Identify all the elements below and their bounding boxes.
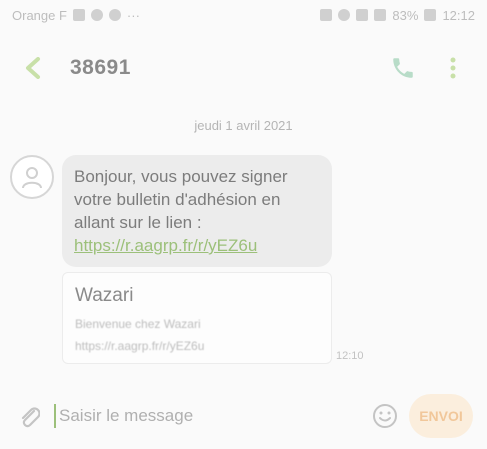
contact-name: 38691 bbox=[70, 56, 131, 79]
preview-title: Wazari bbox=[75, 285, 134, 306]
message-text: Bonjour, vous pouvez signer votre bullet… bbox=[74, 167, 288, 232]
more-options-icon[interactable] bbox=[437, 52, 469, 84]
alarm-icon bbox=[338, 9, 351, 21]
emoji-icon[interactable] bbox=[369, 400, 401, 432]
app-notification-icon bbox=[90, 9, 103, 21]
status-left: Orange F ··· bbox=[12, 8, 140, 23]
app-bar: 38691 bbox=[0, 40, 487, 96]
message-link[interactable]: https://r.aagrp.fr/r/yEZ6u bbox=[74, 234, 320, 257]
preview-url: https://r.aagrp.fr/r/yEZ6u bbox=[75, 339, 205, 353]
app-notification-icon-2 bbox=[108, 9, 121, 21]
back-arrow-icon[interactable] bbox=[18, 53, 48, 83]
contact-avatar[interactable] bbox=[10, 155, 54, 199]
message-notification-icon bbox=[72, 9, 85, 21]
mute-icon bbox=[320, 9, 333, 21]
messages-screen: Orange F ··· 83% 12:12 38691 jeudi 1 avr… bbox=[0, 0, 487, 449]
preview-subtitle: Bienvenue chez Wazari bbox=[75, 317, 201, 331]
carrier-label: Orange F bbox=[12, 7, 67, 23]
paperclip-icon[interactable] bbox=[14, 401, 44, 431]
message-timestamp: 12:10 bbox=[336, 350, 364, 362]
signal-icon bbox=[374, 9, 387, 21]
date-divider: jeudi 1 avril 2021 bbox=[194, 118, 293, 133]
status-bar: Orange F ··· 83% 12:12 bbox=[0, 0, 487, 30]
message-input[interactable] bbox=[54, 404, 369, 428]
message-bubble[interactable]: Bonjour, vous pouvez signer votre bullet… bbox=[62, 155, 332, 267]
phone-icon[interactable] bbox=[387, 52, 419, 84]
link-preview-card[interactable]: Wazari Bienvenue chez Wazari https://r.a… bbox=[62, 272, 332, 364]
clock-label: 12:12 bbox=[442, 7, 475, 23]
compose-bar: ENVOI bbox=[0, 388, 487, 444]
battery-icon bbox=[424, 9, 437, 21]
person-icon bbox=[22, 167, 42, 189]
send-button[interactable]: ENVOI bbox=[409, 394, 473, 438]
battery-label: 83% bbox=[392, 7, 419, 23]
status-right: 83% 12:12 bbox=[320, 8, 475, 23]
more-notifications-dots: ··· bbox=[126, 7, 140, 23]
wifi-icon bbox=[356, 9, 369, 21]
